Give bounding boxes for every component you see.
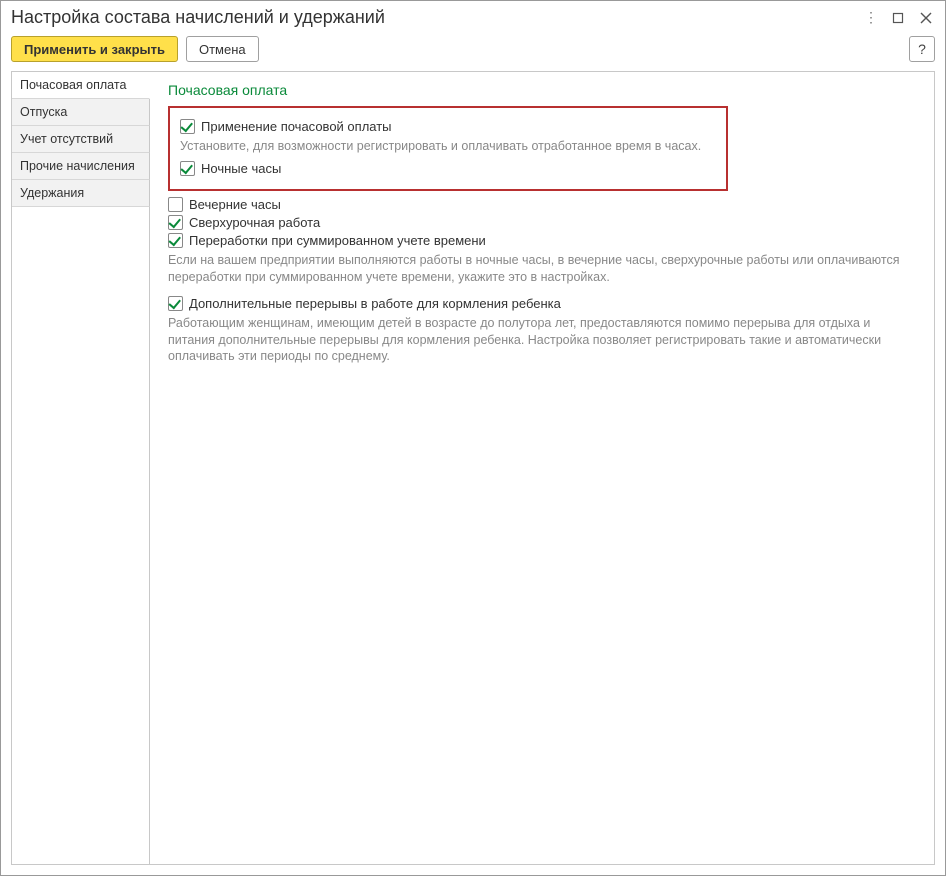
sidebar-item-deductions[interactable]: Удержания: [12, 180, 150, 207]
content-panel: Почасовая оплата Применение почасовой оп…: [150, 72, 934, 864]
row-night-hours: Ночные часы: [180, 161, 716, 176]
row-overtime: Сверхурочная работа: [168, 215, 916, 230]
maximize-icon[interactable]: [889, 9, 907, 27]
label-feeding-breaks: Дополнительные перерывы в работе для кор…: [189, 296, 561, 311]
sidebar-item-label: Прочие начисления: [20, 159, 135, 173]
cancel-button[interactable]: Отмена: [186, 36, 259, 62]
label-hourly-pay: Применение почасовой оплаты: [201, 119, 392, 134]
workarea: Почасовая оплата Отпуска Учет отсутствий…: [11, 71, 935, 865]
highlight-frame: Применение почасовой оплаты Установите, …: [168, 106, 728, 191]
sidebar-blank: [12, 207, 150, 864]
checkbox-overtime[interactable]: [168, 215, 183, 230]
row-overwork-summarized: Переработки при суммированном учете врем…: [168, 233, 916, 248]
row-evening-hours: Вечерние часы: [168, 197, 916, 212]
row-feeding-breaks: Дополнительные перерывы в работе для кор…: [168, 296, 916, 311]
menu-icon[interactable]: ⋮: [861, 9, 879, 27]
label-overtime: Сверхурочная работа: [189, 215, 320, 230]
sidebar-item-vacations[interactable]: Отпуска: [12, 99, 150, 126]
close-icon[interactable]: [917, 9, 935, 27]
checkbox-feeding-breaks[interactable]: [168, 296, 183, 311]
hint-hourly-pay: Установите, для возможности регистрирова…: [180, 138, 716, 155]
checkbox-evening-hours[interactable]: [168, 197, 183, 212]
hint-feeding: Работающим женщинам, имеющим детей в воз…: [168, 315, 916, 366]
section-title: Почасовая оплата: [168, 82, 916, 98]
row-hourly-pay: Применение почасовой оплаты: [180, 119, 716, 134]
toolbar: Применить и закрыть Отмена ?: [1, 32, 945, 70]
label-evening-hours: Вечерние часы: [189, 197, 281, 212]
window-title: Настройка состава начислений и удержаний: [11, 7, 861, 28]
checkbox-hourly-pay[interactable]: [180, 119, 195, 134]
hint-hours: Если на вашем предприятии выполняются ра…: [168, 252, 916, 286]
sidebar: Почасовая оплата Отпуска Учет отсутствий…: [12, 72, 150, 864]
sidebar-item-absences[interactable]: Учет отсутствий: [12, 126, 150, 153]
window-controls: ⋮: [861, 9, 935, 27]
label-overwork-summarized: Переработки при суммированном учете врем…: [189, 233, 486, 248]
sidebar-item-other-accruals[interactable]: Прочие начисления: [12, 153, 150, 180]
sidebar-item-label: Отпуска: [20, 105, 67, 119]
checkbox-overwork-summarized[interactable]: [168, 233, 183, 248]
sidebar-item-label: Почасовая оплата: [20, 78, 126, 92]
label-night-hours: Ночные часы: [201, 161, 281, 176]
sidebar-item-label: Учет отсутствий: [20, 132, 113, 146]
apply-close-button[interactable]: Применить и закрыть: [11, 36, 178, 62]
titlebar: Настройка состава начислений и удержаний…: [1, 1, 945, 32]
sidebar-item-label: Удержания: [20, 186, 84, 200]
sidebar-item-hourly-pay[interactable]: Почасовая оплата: [12, 72, 150, 99]
help-button[interactable]: ?: [909, 36, 935, 62]
checkbox-night-hours[interactable]: [180, 161, 195, 176]
